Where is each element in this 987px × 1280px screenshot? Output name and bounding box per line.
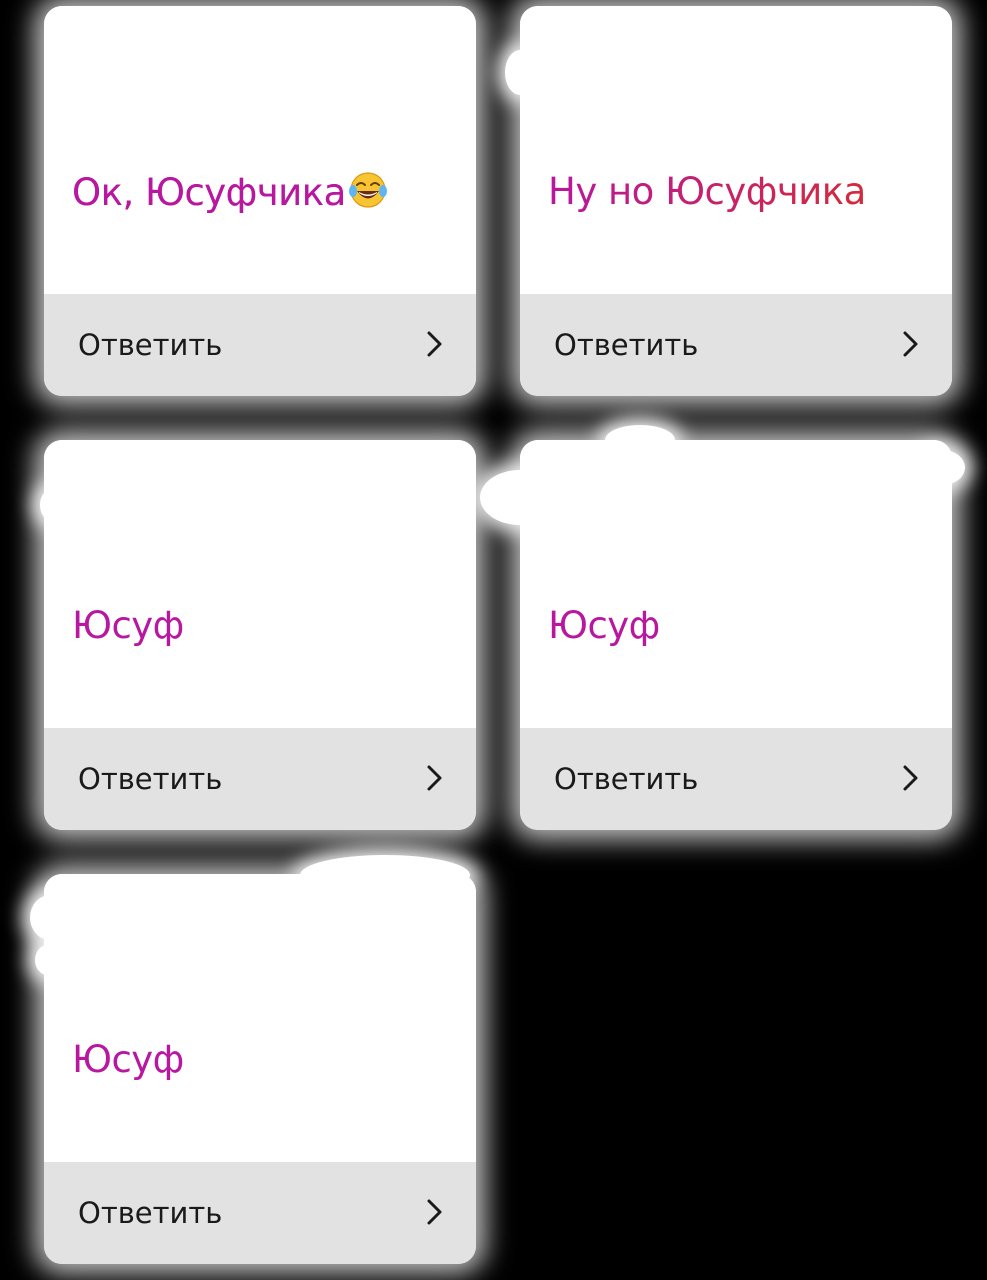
reply-button[interactable]: Ответить	[44, 294, 476, 396]
tears-of-joy-emoji-icon	[348, 172, 387, 208]
reply-button[interactable]: Ответить	[44, 1162, 476, 1264]
reply-label: Ответить	[554, 328, 699, 362]
card-body: Юсуф	[44, 874, 476, 1162]
reply-label: Ответить	[554, 762, 699, 796]
chevron-right-icon	[903, 765, 918, 791]
message-label: Юсуф	[72, 1038, 184, 1081]
chevron-right-icon	[427, 331, 442, 357]
card-body: Юсуф	[44, 440, 476, 728]
message-label: Юсуф	[548, 604, 660, 647]
card-body: Ну но Юсуфчика	[520, 6, 952, 294]
story-reply-card: Ок, Юсуфчика Ответить	[44, 6, 476, 396]
reply-label: Ответить	[78, 328, 223, 362]
message-text: Юсуф	[72, 1038, 184, 1082]
reply-label: Ответить	[78, 762, 223, 796]
chevron-right-icon	[427, 765, 442, 791]
reply-button[interactable]: Ответить	[520, 728, 952, 830]
message-text: Ок, Юсуфчика	[72, 170, 388, 215]
reply-button[interactable]: Ответить	[520, 294, 952, 396]
message-text: Юсуф	[548, 604, 660, 648]
chevron-right-icon	[427, 1199, 442, 1225]
card-body: Ок, Юсуфчика	[44, 6, 476, 294]
message-label: Ну но Юсуфчика	[548, 170, 866, 213]
message-label: Ок, Юсуфчика	[72, 171, 346, 214]
message-label: Юсуф	[72, 604, 184, 647]
chevron-right-icon	[903, 331, 918, 357]
card-body: Юсуф	[520, 440, 952, 728]
reply-button[interactable]: Ответить	[44, 728, 476, 830]
story-reply-card: Ну но Юсуфчика Ответить	[520, 6, 952, 396]
story-reply-card: Юсуф Ответить	[44, 440, 476, 830]
story-reply-card: Юсуф Ответить	[44, 874, 476, 1264]
message-text: Ну но Юсуфчика	[548, 170, 866, 214]
reply-label: Ответить	[78, 1196, 223, 1230]
story-replies-screen: Ок, Юсуфчика Ответить Ну но Юсуфчика Отв…	[0, 0, 987, 1280]
message-text: Юсуф	[72, 604, 184, 648]
story-reply-card: Юсуф Ответить	[520, 440, 952, 830]
